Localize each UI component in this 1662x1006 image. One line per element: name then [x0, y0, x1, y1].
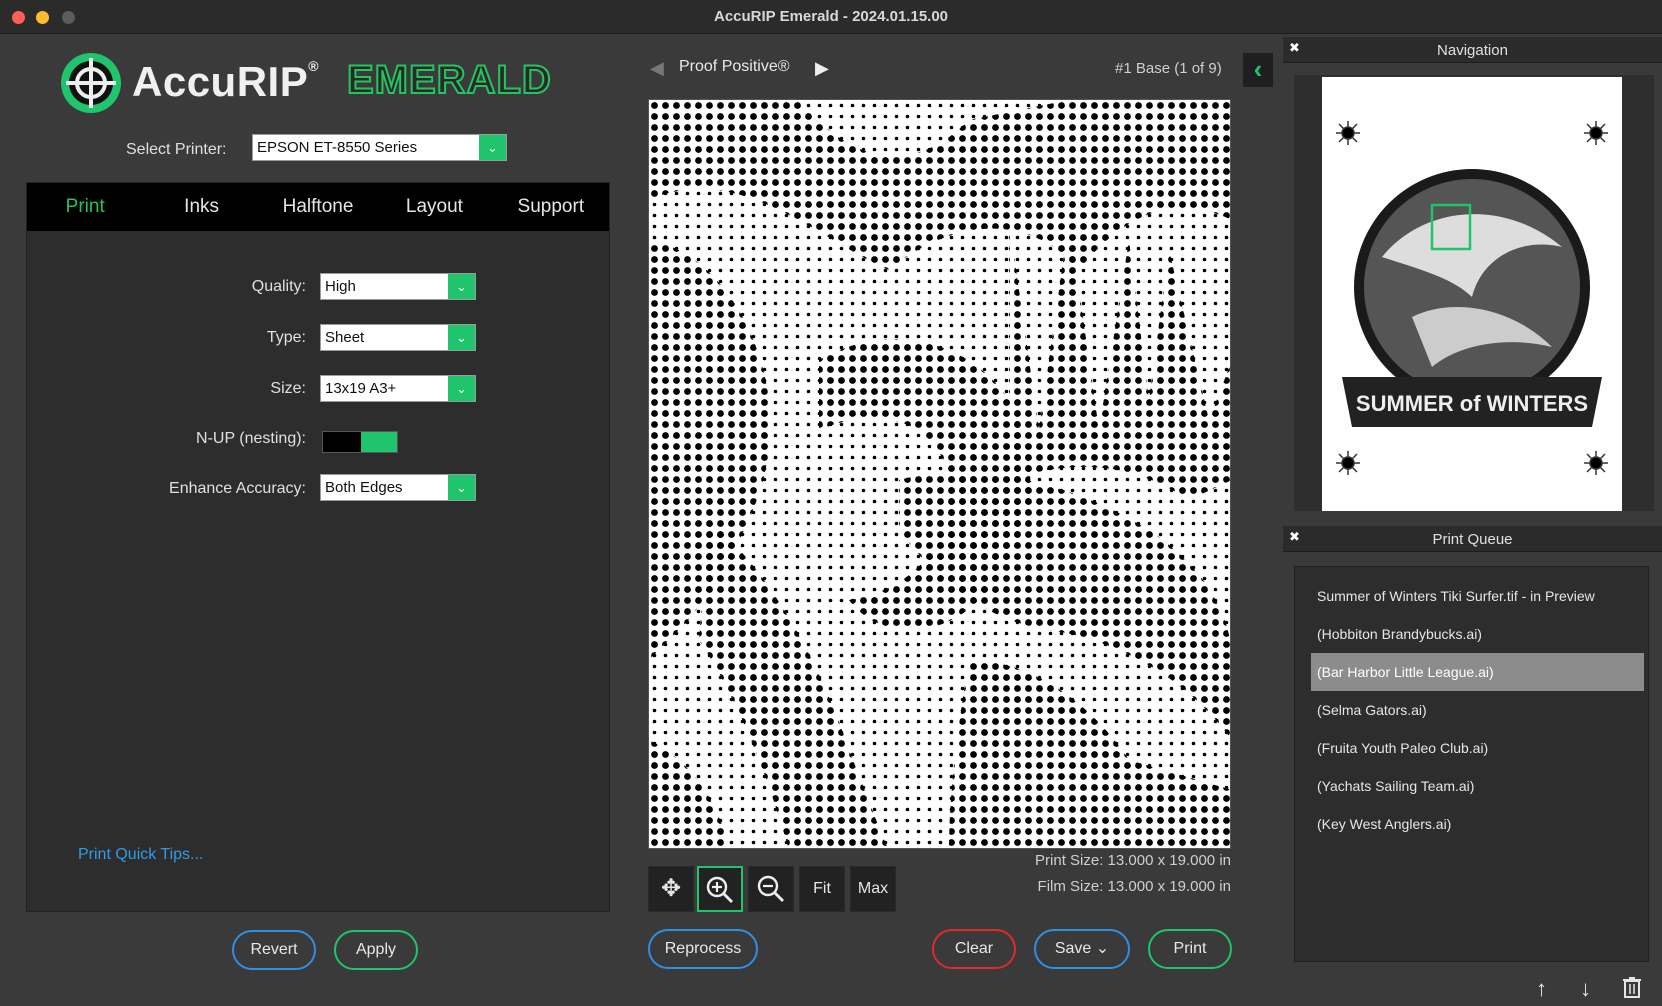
tab-halftone[interactable]: Halftone — [260, 183, 376, 231]
select-printer-label: Select Printer: — [126, 141, 227, 158]
tab-inks[interactable]: Inks — [143, 183, 259, 231]
zoom-in-icon — [706, 876, 733, 903]
enhance-accuracy-label: Enhance Accuracy: — [169, 480, 306, 497]
artwork-thumbnail-image: SUMMER of WINTERS — [1336, 121, 1608, 475]
chevron-down-icon: ⌄ — [448, 274, 475, 299]
tab-bar: Print Inks Halftone Layout Support — [27, 183, 609, 231]
halftone-artwork-image — [649, 100, 1230, 848]
queue-item[interactable]: (Key West Anglers.ai) — [1311, 805, 1644, 843]
collapse-panel-button[interactable]: ‹ — [1243, 53, 1273, 87]
previous-mode-arrow-icon[interactable]: ◀ — [650, 58, 664, 79]
print-quick-tips-link[interactable]: Print Quick Tips... — [78, 846, 203, 864]
edition-name: EMERALD — [346, 57, 552, 103]
quality-select[interactable]: High ⌄ — [320, 273, 476, 300]
print-queue-list: Summer of Winters Tiki Surfer.tif - in P… — [1294, 566, 1649, 962]
navigation-title: Navigation — [1437, 42, 1508, 59]
revert-button[interactable]: Revert — [232, 930, 316, 970]
chevron-down-icon: ⌄ — [448, 376, 475, 401]
navigation-panel: SUMMER of WINTERS — [1294, 75, 1654, 511]
toggle-off-segment — [323, 432, 361, 452]
printer-select[interactable]: EPSON ET-8550 Series ⌄ — [252, 134, 507, 161]
preview-mode-label: Proof Positive® — [679, 58, 790, 75]
tab-print[interactable]: Print — [27, 183, 143, 231]
move-down-arrow-icon[interactable]: ↓ — [1580, 976, 1591, 1002]
quality-label: Quality: — [251, 278, 306, 295]
type-select[interactable]: Sheet ⌄ — [320, 324, 476, 351]
next-mode-arrow-icon[interactable]: ▶ — [815, 58, 829, 79]
plate-label: #1 Base (1 of 9) — [1115, 60, 1222, 77]
print-queue-header: ✖ Print Queue — [1283, 526, 1662, 552]
zoom-out-icon — [757, 875, 784, 902]
nup-label: N-UP (nesting): — [196, 430, 306, 447]
chevron-down-icon: ⌄ — [448, 325, 475, 350]
printer-select-value: EPSON ET-8550 Series — [257, 139, 418, 156]
zoom-in-tool-button[interactable] — [697, 866, 743, 912]
queue-item[interactable]: (Selma Gators.ai) — [1311, 691, 1644, 729]
chevron-down-icon: ⌄ — [479, 135, 506, 160]
chevron-left-icon: ‹ — [1253, 54, 1263, 84]
navigation-header: ✖ Navigation — [1283, 37, 1662, 63]
print-size-readout: Print Size: 13.000 x 19.000 in — [1035, 852, 1231, 869]
nup-toggle[interactable] — [322, 431, 398, 453]
trash-glyph — [1623, 977, 1641, 998]
quality-value: High — [325, 278, 356, 295]
reprocess-button[interactable]: Reprocess — [648, 929, 758, 969]
halftone-preview[interactable] — [648, 99, 1231, 849]
zoom-out-tool-button[interactable] — [748, 866, 794, 912]
queue-item[interactable]: (Yachats Sailing Team.ai) — [1311, 767, 1644, 805]
type-label: Type: — [266, 329, 306, 346]
navigation-thumbnail[interactable]: SUMMER of WINTERS — [1322, 77, 1622, 511]
move-arrows-icon: ✥ — [660, 875, 682, 902]
pan-tool-button[interactable]: ✥ — [648, 866, 694, 912]
enhance-accuracy-select[interactable]: Both Edges ⌄ — [320, 474, 476, 501]
type-value: Sheet — [325, 329, 365, 346]
save-button[interactable]: Save ⌄ — [1034, 929, 1130, 969]
tab-support[interactable]: Support — [493, 183, 609, 231]
size-select[interactable]: 13x19 A3+ ⌄ — [320, 375, 476, 402]
enhance-accuracy-value: Both Edges — [325, 479, 403, 496]
size-label: Size: — [270, 380, 306, 397]
clear-button[interactable]: Clear — [932, 929, 1016, 969]
fit-button[interactable]: Fit — [799, 866, 845, 912]
app-logo: AccuRIP® EMERALD — [60, 52, 580, 113]
queue-item[interactable]: (Hobbiton Brandybucks.ai) — [1311, 615, 1644, 653]
film-size-readout: Film Size: 13.000 x 19.000 in — [1037, 878, 1231, 895]
brand-name: AccuRIP® — [132, 58, 320, 105]
crosshair-logo-icon — [61, 53, 121, 113]
chevron-down-icon: ⌄ — [448, 475, 475, 500]
apply-button[interactable]: Apply — [334, 930, 418, 970]
trash-icon[interactable] — [1622, 976, 1642, 1004]
max-button[interactable]: Max — [850, 866, 896, 912]
queue-item[interactable]: (Fruita Youth Paleo Club.ai) — [1311, 729, 1644, 767]
title-bar: AccuRIP Emerald - 2024.01.15.00 — [0, 0, 1662, 34]
move-up-arrow-icon[interactable]: ↑ — [1536, 976, 1547, 1002]
tab-layout[interactable]: Layout — [376, 183, 492, 231]
print-queue-title: Print Queue — [1432, 531, 1513, 548]
toggle-on-segment — [361, 432, 397, 452]
artwork-title-text: SUMMER of WINTERS — [1356, 391, 1588, 416]
queue-item-selected[interactable]: (Bar Harbor Little League.ai) — [1311, 653, 1644, 691]
size-value: 13x19 A3+ — [325, 380, 397, 397]
window-title: AccuRIP Emerald - 2024.01.15.00 — [713, 8, 949, 25]
queue-item[interactable]: Summer of Winters Tiki Surfer.tif - in P… — [1311, 577, 1644, 615]
print-button[interactable]: Print — [1148, 929, 1232, 969]
